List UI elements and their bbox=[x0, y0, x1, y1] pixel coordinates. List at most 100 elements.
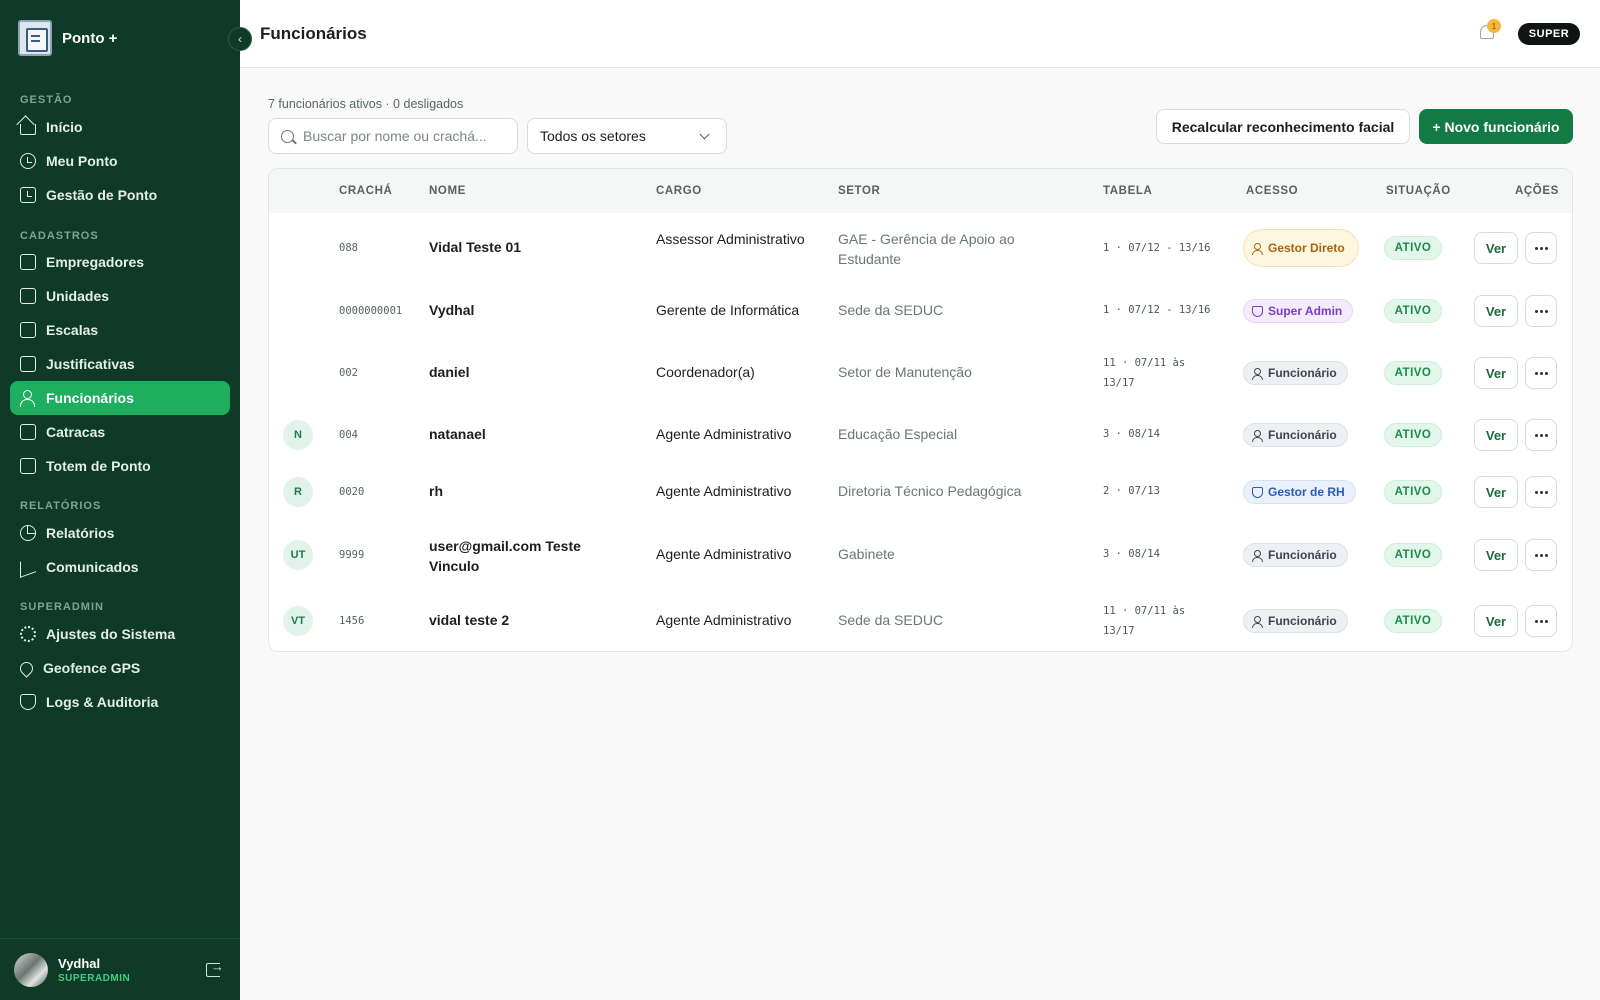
column-header-cracha[interactable]: CRACHÁ bbox=[339, 185, 392, 197]
access-label: Funcionário bbox=[1268, 366, 1337, 380]
more-actions-button[interactable] bbox=[1525, 476, 1557, 508]
view-button[interactable]: Ver bbox=[1474, 357, 1518, 389]
sidebar-item-label: Gestão de Ponto bbox=[46, 187, 158, 203]
more-actions-button[interactable] bbox=[1525, 357, 1557, 389]
more-dot bbox=[1534, 553, 1538, 557]
sidebar-item-inicio[interactable]: Início bbox=[10, 110, 230, 144]
sidebar-item-label: Comunicados bbox=[46, 559, 139, 575]
more-dot bbox=[1544, 371, 1548, 375]
sidebar-item-escalas[interactable]: Escalas bbox=[10, 313, 230, 347]
users-icon bbox=[1252, 367, 1263, 380]
landmark-icon bbox=[20, 288, 36, 304]
employee-schedule: 11 · 07/11 às 13/17 bbox=[1103, 605, 1186, 637]
employee-name[interactable]: daniel bbox=[429, 364, 469, 380]
search-icon bbox=[281, 129, 294, 143]
recalculate-facial-recognition-button[interactable]: Recalcular reconhecimento facial bbox=[1156, 109, 1410, 144]
column-header-acesso[interactable]: ACESSO bbox=[1246, 185, 1298, 197]
collapse-sidebar-button[interactable]: ‹ bbox=[228, 27, 252, 51]
more-dot bbox=[1534, 309, 1538, 313]
more-dot bbox=[1539, 553, 1543, 557]
table-row[interactable]: N 004 natanael Agente Administrativo Edu… bbox=[269, 407, 1572, 463]
sidebar-item-gestao-de-ponto[interactable]: Gestão de Ponto bbox=[10, 178, 230, 212]
sidebar-item-label: Totem de Ponto bbox=[46, 458, 151, 474]
users-icon bbox=[1252, 549, 1263, 562]
section-gestao: GESTÃO bbox=[20, 94, 73, 106]
sidebar-item-label: Logs & Auditoria bbox=[46, 694, 159, 710]
column-header-nome[interactable]: NOME bbox=[429, 185, 466, 197]
employee-name[interactable]: vidal teste 2 bbox=[429, 612, 509, 628]
sidebar-item-unidades[interactable]: Unidades bbox=[10, 279, 230, 313]
sidebar-item-label: Início bbox=[46, 119, 83, 135]
employee-name[interactable]: natanael bbox=[429, 426, 486, 442]
sidebar-item-catracas[interactable]: Catracas bbox=[10, 415, 230, 449]
sector-filter-select[interactable]: Todos os setores bbox=[527, 118, 727, 154]
sidebar-item-comunicados[interactable]: Comunicados bbox=[10, 550, 230, 584]
status-badge: ATIVO bbox=[1384, 609, 1442, 633]
employee-sector: Sede da SEDUC bbox=[838, 302, 944, 318]
sidebar-item-ajustes-do-sistema[interactable]: Ajustes do Sistema bbox=[10, 617, 230, 651]
sidebar-item-totem-de-ponto[interactable]: Totem de Ponto bbox=[10, 449, 230, 483]
sidebar-item-empregadores[interactable]: Empregadores bbox=[10, 245, 230, 279]
shield-check-icon bbox=[1252, 486, 1263, 498]
column-header-tabela[interactable]: TABELA bbox=[1103, 185, 1152, 197]
table-row[interactable]: 088 Vidal Teste 01 Assessor Administrati… bbox=[269, 213, 1572, 283]
employee-name[interactable]: user@gmail.com Teste Vinculo bbox=[429, 536, 604, 576]
more-actions-button[interactable] bbox=[1525, 419, 1557, 451]
employee-role: Gerente de Informática bbox=[656, 302, 800, 318]
employee-schedule: 11 · 07/11 às 13/17 bbox=[1103, 357, 1186, 389]
column-header-cargo[interactable]: CARGO bbox=[656, 185, 702, 197]
sidebar-item-funcionarios[interactable]: Funcionários bbox=[10, 381, 230, 415]
sidebar-item-relatorios[interactable]: Relatórios bbox=[10, 516, 230, 550]
employee-role: Agente Administrativo bbox=[656, 612, 792, 628]
brand[interactable]: Ponto + bbox=[18, 20, 117, 56]
employee-schedule: 1 · 07/12 - 13/16 bbox=[1103, 242, 1211, 254]
more-dot bbox=[1544, 490, 1548, 494]
view-button[interactable]: Ver bbox=[1474, 476, 1518, 508]
more-dot bbox=[1539, 433, 1543, 437]
user-profile[interactable]: Vydhal SUPERADMIN bbox=[0, 938, 240, 1000]
employee-name[interactable]: Vidal Teste 01 bbox=[429, 239, 521, 255]
employee-name[interactable]: rh bbox=[429, 483, 443, 499]
column-header-acoes: AÇÕES bbox=[1515, 185, 1559, 197]
view-button[interactable]: Ver bbox=[1474, 605, 1518, 637]
new-employee-button[interactable]: + Novo funcionário bbox=[1419, 109, 1573, 144]
more-actions-button[interactable] bbox=[1525, 232, 1557, 264]
access-badge: Gestor Direto bbox=[1243, 229, 1359, 267]
view-button[interactable]: Ver bbox=[1474, 419, 1518, 451]
employee-sector: Diretoria Técnico Pedagógica bbox=[838, 483, 1022, 499]
employee-schedule: 3 · 08/14 bbox=[1103, 428, 1160, 440]
table-row[interactable]: VT 1456 vidal teste 2 Agente Administrat… bbox=[269, 589, 1572, 651]
view-button[interactable]: Ver bbox=[1474, 295, 1518, 327]
view-button[interactable]: Ver bbox=[1474, 232, 1518, 264]
more-actions-button[interactable] bbox=[1525, 605, 1557, 637]
view-button[interactable]: Ver bbox=[1474, 539, 1518, 571]
calendar-clock-icon bbox=[20, 187, 36, 203]
employee-schedule: 2 · 07/13 bbox=[1103, 485, 1160, 497]
sidebar-item-justificativas[interactable]: Justificativas bbox=[10, 347, 230, 381]
column-header-setor[interactable]: SETOR bbox=[838, 185, 880, 197]
table-row[interactable]: 0000000001 Vydhal Gerente de Informática… bbox=[269, 283, 1572, 339]
section-superadmin: SUPERADMIN bbox=[20, 601, 104, 613]
sidebar-item-logs-auditoria[interactable]: Logs & Auditoria bbox=[10, 685, 230, 719]
users-icon bbox=[1252, 615, 1263, 628]
table-row[interactable]: UT 9999 user@gmail.com Teste Vinculo Age… bbox=[269, 521, 1572, 589]
sidebar-item-meu-ponto[interactable]: Meu Ponto bbox=[10, 144, 230, 178]
column-header-situacao[interactable]: SITUAÇÃO bbox=[1386, 185, 1451, 197]
search-input[interactable]: Buscar por nome ou crachá... bbox=[268, 118, 518, 154]
table-row[interactable]: R 0020 rh Agente Administrativo Diretori… bbox=[269, 463, 1572, 521]
more-dot bbox=[1534, 619, 1538, 623]
employee-name[interactable]: Vydhal bbox=[429, 302, 474, 318]
badge-number: 0000000001 bbox=[339, 305, 403, 317]
table-row[interactable]: 002 daniel Coordenador(a) Setor de Manut… bbox=[269, 339, 1572, 407]
more-dot bbox=[1539, 309, 1543, 313]
logout-icon[interactable] bbox=[206, 959, 224, 977]
badge-number: 004 bbox=[339, 429, 358, 441]
notification-count-badge: 1 bbox=[1487, 19, 1501, 33]
more-actions-button[interactable] bbox=[1525, 295, 1557, 327]
access-label: Gestor de RH bbox=[1268, 485, 1345, 499]
badge-number: 0020 bbox=[339, 486, 365, 498]
badge-number: 002 bbox=[339, 367, 358, 379]
more-actions-button[interactable] bbox=[1525, 539, 1557, 571]
role-badge: SUPER bbox=[1518, 23, 1580, 45]
sidebar-item-geofence-gps[interactable]: Geofence GPS bbox=[10, 651, 230, 685]
